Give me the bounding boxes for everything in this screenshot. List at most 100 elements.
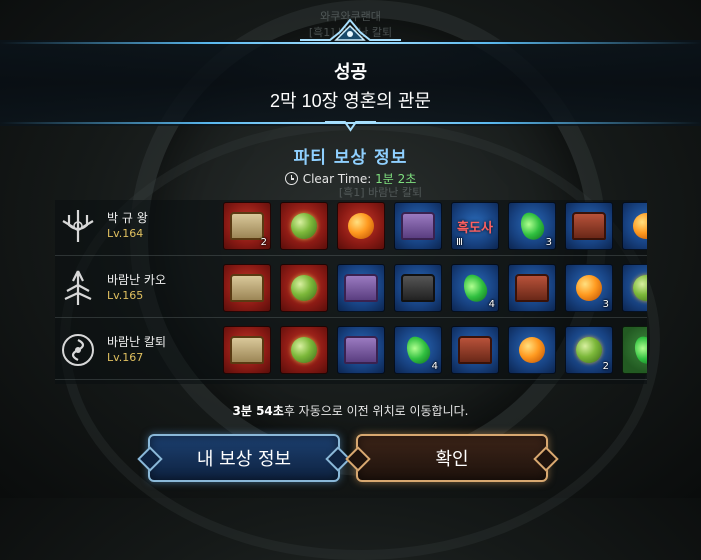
orb-icon: [348, 213, 374, 239]
reward-item-slot[interactable]: [280, 264, 328, 312]
item-glyph: [509, 327, 555, 373]
item-glyph: [224, 265, 270, 311]
auto-return-message: 3분 54초후 자동으로 이전 위치로 이동합니다.: [0, 402, 701, 419]
reward-item-slot[interactable]: [622, 202, 647, 250]
party-reward-title: 파티 보상 정보: [293, 148, 408, 168]
item-count: 2: [602, 361, 609, 372]
reward-item-slot[interactable]: 흑도사 Ⅲ: [451, 202, 499, 250]
result-title: 성공: [333, 62, 368, 82]
reward-item-slot[interactable]: 4: [451, 264, 499, 312]
reward-item-slot[interactable]: [565, 202, 613, 250]
reward-item-slot[interactable]: 4: [394, 326, 442, 374]
orb-icon: [291, 337, 317, 363]
orb-icon: [291, 213, 317, 239]
chest-icon: [344, 274, 378, 302]
item-glyph: [395, 265, 441, 311]
item-count: 4: [431, 361, 438, 372]
clear-time-label: Clear Time:: [302, 172, 372, 186]
countdown-suffix: 후 자동으로 이전 위치로 이동합니다.: [283, 404, 469, 418]
item-glyph: [224, 327, 270, 373]
orb-icon: [576, 275, 602, 301]
reward-item-slot[interactable]: [394, 264, 442, 312]
item-glyph: [509, 265, 555, 311]
spear-crest-icon: [64, 270, 92, 305]
reward-item-slot[interactable]: [280, 326, 328, 374]
item-glyph: [338, 327, 384, 373]
reward-item-slot[interactable]: [394, 202, 442, 250]
countdown-value: 3분 54초: [232, 404, 284, 418]
reward-item-slot[interactable]: [508, 326, 556, 374]
item-glyph: [623, 327, 647, 373]
chest-icon: [401, 212, 435, 240]
reward-item-slot[interactable]: [451, 326, 499, 374]
my-rewards-button[interactable]: 내 보상 정보: [148, 434, 340, 482]
player-row: 바람난 칼퇴 Lv.167 42: [55, 324, 647, 380]
chest-icon: [401, 274, 435, 302]
reward-items: 43: [223, 264, 647, 314]
reward-item-slot[interactable]: [223, 326, 271, 374]
reward-item-slot[interactable]: 2: [223, 202, 271, 250]
item-glyph: [566, 203, 612, 249]
item-glyph: [395, 203, 441, 249]
reward-item-slot[interactable]: [223, 264, 271, 312]
reward-item-slot[interactable]: [622, 326, 647, 374]
reward-item-slot[interactable]: [337, 264, 385, 312]
reward-item-slot[interactable]: 2: [565, 326, 613, 374]
reward-items: 2 흑도사 Ⅲ 3: [223, 202, 647, 252]
party-reward-list[interactable]: 박 규 왕 Lv.164 2 흑도사 Ⅲ 3 바람난 카오 Lv.165 43 바람난…: [55, 200, 647, 384]
crest-ornament-icon: [300, 18, 401, 41]
chest-icon: [344, 336, 378, 364]
item-glyph: [281, 265, 327, 311]
item-count: Ⅲ: [456, 237, 463, 248]
item-glyph: [281, 327, 327, 373]
chest-icon: [230, 274, 264, 302]
swirl-crest-icon: [62, 334, 94, 366]
chest-icon: [230, 336, 264, 364]
item-count: 4: [488, 299, 495, 310]
trident-crest-icon: [62, 210, 94, 242]
chest-icon: [230, 212, 264, 240]
item-count: 2: [260, 237, 267, 248]
reward-item-slot[interactable]: 3: [508, 202, 556, 250]
item-count: 3: [545, 237, 552, 248]
leaf-icon: [402, 332, 434, 368]
item-glyph: [338, 203, 384, 249]
clear-time-value: 1분 2초: [375, 172, 417, 186]
chest-icon: [572, 212, 606, 240]
item-count: 3: [602, 299, 609, 310]
confirm-button[interactable]: 확인: [356, 434, 548, 482]
orb-icon: [633, 275, 647, 301]
crest-bottom-ornament-icon: [325, 121, 376, 132]
orb-icon: [291, 275, 317, 301]
clear-time: Clear Time: 1분 2초: [0, 170, 701, 187]
player-level: Lv.164: [107, 227, 144, 240]
item-glyph: [338, 265, 384, 311]
leaf-icon: [459, 270, 491, 306]
skill-book-label: 흑도사: [457, 220, 493, 236]
player-row: 박 규 왕 Lv.164 2 흑도사 Ⅲ 3: [55, 200, 647, 256]
player-name: 박 규 왕: [107, 211, 148, 225]
player-row: 바람난 카오 Lv.165 43: [55, 262, 647, 318]
leaf-icon: [516, 208, 548, 244]
leaf-icon: [630, 332, 647, 368]
item-glyph: [623, 265, 647, 311]
reward-item-slot[interactable]: [508, 264, 556, 312]
reward-item-slot[interactable]: [280, 202, 328, 250]
item-glyph: [623, 203, 647, 249]
orb-icon: [576, 337, 602, 363]
reward-items: 42: [223, 326, 647, 376]
player-level: Lv.165: [107, 289, 144, 302]
chest-icon: [515, 274, 549, 302]
item-glyph: [281, 203, 327, 249]
orb-icon: [633, 213, 647, 239]
reward-item-slot[interactable]: [622, 264, 647, 312]
item-glyph: [452, 327, 498, 373]
player-name: 바람난 칼퇴: [107, 335, 167, 349]
reward-item-slot[interactable]: 3: [565, 264, 613, 312]
player-name: 바람난 카오: [107, 273, 167, 287]
reward-item-slot[interactable]: [337, 202, 385, 250]
chest-icon: [458, 336, 492, 364]
reward-item-slot[interactable]: [337, 326, 385, 374]
player-level: Lv.167: [107, 351, 144, 364]
stage-title: 2막 10장 영혼의 관문: [270, 91, 431, 111]
